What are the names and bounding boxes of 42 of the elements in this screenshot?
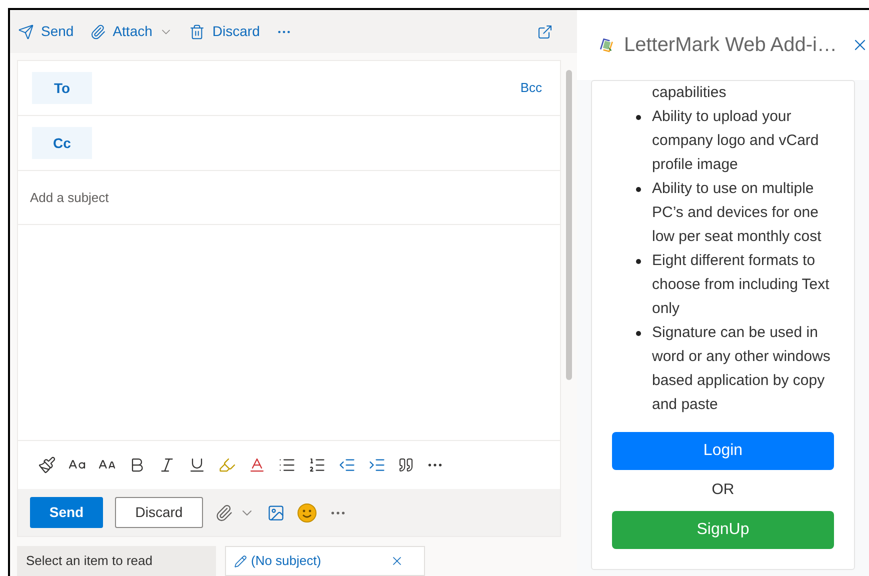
or-text: OR	[712, 480, 734, 500]
quote-icon[interactable]	[398, 457, 414, 473]
cc-button[interactable]: Cc	[32, 127, 92, 159]
bullet-list-icon[interactable]	[278, 456, 296, 474]
paperclip-icon[interactable]	[215, 504, 233, 522]
toolbar-button[interactable]: Send	[18, 21, 74, 42]
decrease-indent-icon[interactable]	[338, 456, 356, 474]
bullet-icon	[636, 259, 641, 264]
trash-icon	[189, 24, 206, 40]
feature-text: Ability to use on multiple PC’s and devices for one low per seat monthly cost	[652, 179, 822, 247]
feature-text: Eight different formats to choose from including Text only	[652, 251, 830, 319]
signup-button[interactable]: SignUp	[612, 510, 834, 548]
paperclip-icon	[90, 24, 106, 40]
feature-text: capabilities	[652, 83, 726, 103]
pencil-icon	[234, 554, 247, 568]
increase-indent-icon[interactable]	[368, 456, 386, 474]
feature-text: Signature can be used in word or any other windows based application by copy and paste	[652, 323, 832, 415]
bullet-icon	[636, 115, 641, 120]
bullet-icon	[636, 331, 641, 336]
numbered-list-icon[interactable]	[308, 456, 326, 474]
mail-tab[interactable]: (No subject)	[225, 546, 425, 576]
toolbar-button[interactable]: Discard	[189, 21, 260, 42]
send-icon	[18, 24, 34, 40]
smiley-icon[interactable]	[297, 502, 317, 522]
toolbar-button[interactable]: Attach	[90, 21, 174, 42]
popout-icon[interactable]	[537, 24, 553, 40]
bullet-icon	[636, 187, 641, 192]
discard-button[interactable]: Discard	[115, 497, 203, 528]
bcc-link[interactable]: Bcc	[520, 78, 542, 98]
subject-field[interactable]: Add a subject	[18, 171, 560, 225]
login-button[interactable]: Login	[612, 432, 834, 470]
highlighter-icon[interactable]	[218, 456, 236, 474]
underline-icon[interactable]	[188, 456, 206, 474]
image-icon[interactable]	[267, 504, 285, 522]
mail-tab[interactable]: Select an item to read	[17, 546, 216, 576]
paint-brush-icon[interactable]	[38, 456, 56, 474]
to-button[interactable]: To	[32, 72, 92, 104]
addin-title: LetterMark Web Add-i…	[624, 33, 837, 58]
send-button[interactable]: Send	[30, 497, 103, 528]
font-color-icon[interactable]	[248, 456, 266, 474]
feature-text: Ability to upload your company logo and vCard profile image	[652, 107, 820, 175]
close-icon	[390, 554, 404, 568]
